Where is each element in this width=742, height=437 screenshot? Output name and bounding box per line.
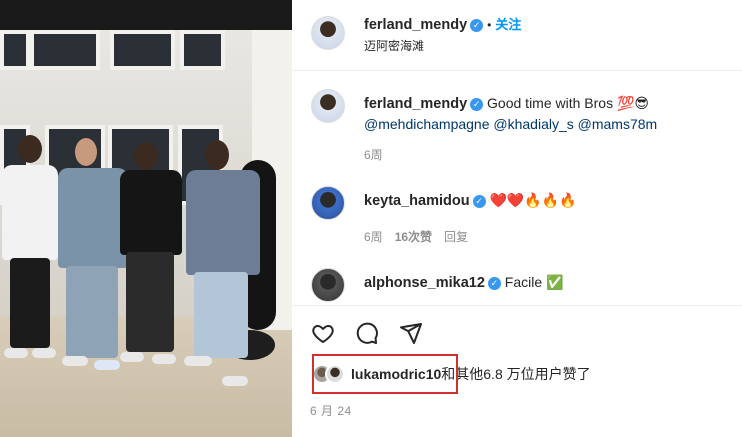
highlight-box xyxy=(312,354,458,394)
location-link[interactable]: 迈阿密海滩 xyxy=(364,37,424,54)
follow-button[interactable]: 关注 xyxy=(495,17,521,32)
heart-icon[interactable] xyxy=(308,318,338,348)
comment-meta: 6周 16次赞 回复 xyxy=(364,228,468,245)
verified-badge-icon: ✓ xyxy=(472,195,486,208)
verified-badge-icon: ✓ xyxy=(470,98,484,111)
comment-text: Facile ✅ xyxy=(504,274,564,290)
comment-meta: 6周 xyxy=(364,146,383,163)
commenter-username[interactable]: keyta_hamidou xyxy=(364,193,470,209)
verified-badge-icon: ✓ xyxy=(470,19,484,32)
comment-body: ferland_mendy ✓ Good time with Bros 💯😎 @m… xyxy=(364,93,724,134)
header-line: ferland_mendy ✓ • 关注 xyxy=(364,14,521,34)
comment-body: keyta_hamidou ✓ ❤️❤️🔥🔥🔥 xyxy=(364,190,724,211)
commenter-avatar[interactable] xyxy=(311,186,345,220)
post-header: ferland_mendy ✓ • 关注 迈阿密海滩 xyxy=(292,0,742,71)
photo-window xyxy=(180,30,225,70)
comment-time[interactable]: 6周 xyxy=(364,148,383,162)
commenter-username[interactable]: ferland_mendy xyxy=(364,96,467,112)
verified-badge-icon: ✓ xyxy=(487,277,501,290)
comment-likes[interactable]: 16次赞 xyxy=(395,230,432,244)
author-username[interactable]: ferland_mendy xyxy=(364,17,467,33)
photo-window xyxy=(110,30,175,70)
reply-button[interactable]: 回复 xyxy=(444,230,468,244)
comment-text: Good time with Bros 💯😎 xyxy=(487,95,650,111)
commenter-username[interactable]: alphonse_mika12 xyxy=(364,275,485,291)
comment-body: alphonse_mika12 ✓ Facile ✅ xyxy=(364,272,724,293)
commenter-avatar[interactable] xyxy=(311,268,345,302)
post-date[interactable]: 6 月 24 xyxy=(310,402,352,419)
photo-window xyxy=(0,30,30,70)
comment-icon[interactable] xyxy=(352,318,382,348)
comment-time[interactable]: 6周 xyxy=(364,230,383,244)
comment-mentions[interactable]: @mehdichampagne @khadialy_s @mams78m xyxy=(364,116,657,132)
likes-count-text[interactable]: 和其他6.8 万位用户赞了 xyxy=(441,364,590,384)
post-photo[interactable] xyxy=(0,0,292,437)
post-actions: lukamodric10 和其他6.8 万位用户赞了 6 月 24 xyxy=(292,305,742,437)
photo-scene xyxy=(0,30,292,437)
post-sidebar: ferland_mendy ✓ • 关注 迈阿密海滩 ferland_mendy ✓ G… xyxy=(292,0,742,437)
separator-dot: • xyxy=(487,18,492,32)
comments-list[interactable]: ferland_mendy ✓ Good time with Bros 💯😎 @m… xyxy=(292,72,742,304)
commenter-avatar[interactable] xyxy=(311,89,345,123)
comment-text: ❤️❤️🔥🔥🔥 xyxy=(489,192,577,208)
share-icon[interactable] xyxy=(396,318,426,348)
author-avatar[interactable] xyxy=(311,16,345,50)
photo-window xyxy=(30,30,100,70)
